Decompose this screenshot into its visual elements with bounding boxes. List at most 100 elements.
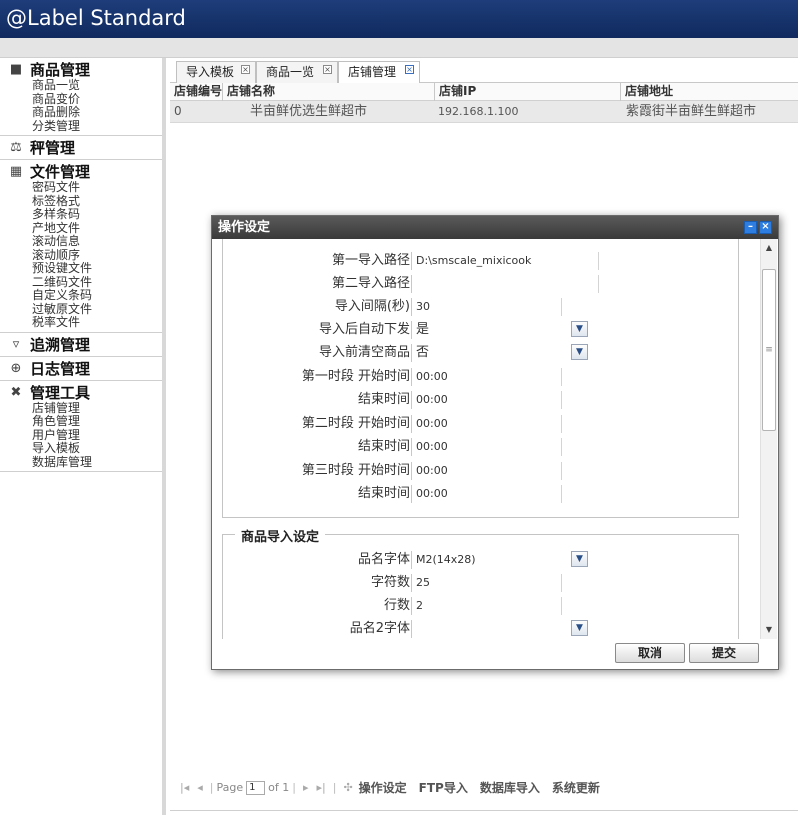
sidebar-item-store-manage[interactable]: 店铺管理	[0, 401, 162, 416]
sidebar-group-head[interactable]: ▦ 文件管理	[0, 162, 162, 181]
chevron-down-icon[interactable]: ▼	[571, 551, 588, 567]
chevron-down-icon[interactable]: ▼	[571, 620, 588, 636]
chevron-down-icon[interactable]: ▼	[571, 321, 588, 337]
sidebar-item-role-manage[interactable]: 角色管理	[0, 414, 162, 429]
prev-page-icon[interactable]: ◂	[197, 781, 203, 794]
sidebar-item-tax-file[interactable]: 税率文件	[0, 315, 162, 330]
close-icon[interactable]: ×	[241, 65, 250, 74]
form-row: 第二导入路径	[223, 272, 740, 295]
close-icon[interactable]: ×	[759, 221, 772, 234]
time-field[interactable]: 00:00	[411, 391, 448, 409]
sidebar-item-custom-barcode[interactable]: 自定义条码	[0, 288, 162, 303]
sidebar-group-head[interactable]: ■ 商品管理	[0, 60, 162, 79]
sidebar-item-qrcode-file[interactable]: 二维码文件	[0, 275, 162, 290]
text-field[interactable]	[411, 275, 416, 293]
field-label: 第二时段 开始时间	[301, 416, 410, 431]
sidebar-item-user-manage[interactable]: 用户管理	[0, 428, 162, 443]
file-manager-icon: ▦	[9, 164, 23, 179]
submit-button[interactable]: 提交	[689, 643, 759, 663]
time-field[interactable]: 00:00	[411, 415, 448, 433]
field-divider	[561, 391, 562, 409]
sidebar-item-product-delete[interactable]: 商品删除	[0, 105, 162, 120]
sidebar-item-password-file[interactable]: 密码文件	[0, 180, 162, 195]
cancel-button[interactable]: 取消	[615, 643, 685, 663]
sidebar-item-scroll-info[interactable]: 滚动信息	[0, 234, 162, 249]
text-field[interactable]: 25	[411, 574, 430, 592]
next-page-icon[interactable]: ▸	[303, 781, 309, 794]
chevron-down-icon[interactable]: ▼	[571, 344, 588, 360]
table-cell: 半亩鲜优选生鲜超市	[250, 104, 368, 119]
dialog-title[interactable]: 操作设定	[212, 216, 778, 239]
select-field[interactable]: 是	[411, 321, 429, 339]
minimize-icon[interactable]: –	[744, 221, 757, 234]
form-row: 第一时段 开始时间 00:00	[223, 365, 740, 388]
time-field[interactable]: 00:00	[411, 462, 448, 480]
close-icon[interactable]: ×	[405, 65, 414, 74]
sidebar-item-database-manage[interactable]: 数据库管理	[0, 455, 162, 470]
sidebar-group-head[interactable]: ▿ 追溯管理	[0, 335, 162, 354]
text-field[interactable]: D:\smscale_mixicook	[411, 252, 531, 270]
sidebar-item-allergen-file[interactable]: 过敏原文件	[0, 302, 162, 317]
time-field[interactable]: 00:00	[411, 368, 448, 386]
tab-label: 店铺管理	[348, 65, 397, 79]
tab-store-manage[interactable]: 店铺管理 ×	[338, 61, 420, 84]
tools-icon: ✖	[10, 384, 22, 400]
first-page-icon[interactable]: |◂	[180, 781, 189, 794]
scrollbar-thumb[interactable]: ≡	[762, 269, 776, 431]
scale-icon: ⚖	[10, 140, 22, 155]
dialog-scrollbar[interactable]: ▲ ≡ ▼	[760, 239, 777, 639]
sidebar-item-origin-file[interactable]: 产地文件	[0, 221, 162, 236]
refresh-icon[interactable]: ✣	[343, 781, 352, 794]
form-row: 结束时间 00:00	[223, 482, 740, 505]
sidebar-group-head[interactable]: ✖ 管理工具	[0, 383, 162, 402]
column-header[interactable]: 店铺地址	[620, 83, 798, 101]
table-row[interactable]: 0 半亩鲜优选生鲜超市 192.168.1.100 紫霞街半亩鲜生鲜超市	[170, 101, 798, 123]
scroll-up-icon[interactable]: ▲	[761, 241, 777, 255]
sidebar-group-head[interactable]: ⚖ 秤管理	[0, 138, 162, 157]
sidebar-item-price-change[interactable]: 商品变价	[0, 92, 162, 107]
text-field[interactable]: 30	[411, 298, 430, 316]
time-field[interactable]: 00:00	[411, 485, 448, 503]
field-divider	[561, 597, 562, 615]
sidebar-item-label-format[interactable]: 标签格式	[0, 194, 162, 209]
dialog-footer: 取消 提交	[212, 639, 778, 669]
select-field[interactable]: M2(14x28)	[411, 551, 476, 569]
select-field[interactable]	[411, 620, 416, 638]
time-field[interactable]: 00:00	[411, 438, 448, 456]
page-number-input[interactable]: 1	[246, 780, 266, 795]
import-path-section: 第一导入路径 D:\smscale_mixicook 第二导入路径 导入间隔(秒…	[222, 239, 739, 518]
system-update-button[interactable]: 系统更新	[552, 779, 600, 796]
sidebar-item-preset-key-file[interactable]: 预设键文件	[0, 261, 162, 276]
scroll-down-icon[interactable]: ▼	[761, 623, 777, 637]
settings-button[interactable]: 操作设定	[359, 779, 407, 796]
sidebar-item-product-list[interactable]: 商品一览	[0, 78, 162, 93]
sidebar-item-barcodes[interactable]: 多样条码	[0, 207, 162, 222]
sidebar-group-head[interactable]: ⊕ 日志管理	[0, 359, 162, 378]
sidebar-item-scroll-order[interactable]: 滚动顺序	[0, 248, 162, 263]
select-field[interactable]: 否	[411, 344, 429, 362]
bottom-divider	[170, 810, 798, 811]
column-header[interactable]: 店铺编号	[170, 83, 222, 101]
tab-product-list[interactable]: 商品一览 ×	[256, 61, 338, 83]
close-icon[interactable]: ×	[323, 65, 332, 74]
form-row: 字符数 25	[223, 571, 740, 594]
sidebar-item-category[interactable]: 分类管理	[0, 119, 162, 134]
page-of-label: of 1	[268, 781, 290, 794]
column-header[interactable]: 店铺名称	[222, 83, 434, 101]
column-header[interactable]: 店铺IP	[434, 83, 620, 101]
ftp-import-button[interactable]: FTP导入	[419, 779, 468, 796]
tab-import-template[interactable]: 导入模板 ×	[176, 61, 256, 83]
field-label: 导入前清空商品	[318, 345, 410, 360]
last-page-icon[interactable]: ▸|	[316, 781, 325, 794]
sidebar-group-trace: ▿ 追溯管理	[0, 333, 162, 357]
sidebar-group-files: ▦ 文件管理 密码文件 标签格式 多样条码 产地文件 滚动信息 滚动顺序 预设键…	[0, 160, 162, 333]
field-divider	[598, 275, 599, 293]
database-import-button[interactable]: 数据库导入	[480, 779, 540, 796]
text-field[interactable]: 2	[411, 597, 423, 615]
product-import-section: 商品导入设定 品名字体 M2(14x28) ▼ 字符数 25 行数 2 品名2字…	[222, 526, 740, 639]
table-cell: 紫霞街半亩鲜生鲜超市	[626, 104, 757, 119]
field-divider	[561, 462, 562, 480]
page-label: Page	[216, 781, 244, 794]
folder-icon: ■	[9, 62, 23, 77]
sidebar-item-import-template[interactable]: 导入模板	[0, 441, 162, 456]
